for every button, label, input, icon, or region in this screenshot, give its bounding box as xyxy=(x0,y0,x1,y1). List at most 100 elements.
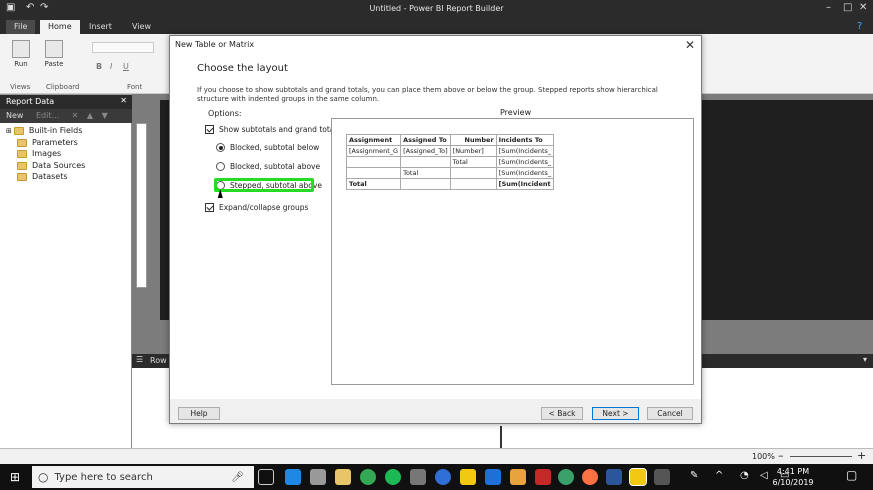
pen-icon[interactable]: ✎ xyxy=(690,470,698,481)
windows-start-icon[interactable]: ⊞ xyxy=(10,470,20,484)
move-down-icon[interactable]: ▼ xyxy=(102,111,108,120)
preview-header-row: Assignment Assigned To Number Incidents … xyxy=(345,134,555,146)
close-panel-icon[interactable]: ✕ xyxy=(120,96,127,105)
maximize-icon[interactable]: □ xyxy=(843,2,852,13)
zoom-level: 100% xyxy=(752,452,775,461)
word-icon[interactable] xyxy=(606,469,622,485)
search-icon: ○ xyxy=(38,470,49,484)
tab-file[interactable]: File xyxy=(6,20,36,34)
file-explorer-icon[interactable] xyxy=(335,469,351,485)
preview-cell: [Assigned_To] xyxy=(400,145,451,157)
delete-icon[interactable]: ✕ xyxy=(72,111,79,120)
mail-icon[interactable] xyxy=(310,469,326,485)
edge-icon[interactable] xyxy=(285,469,301,485)
clock-time: 4:41 PM xyxy=(776,467,810,476)
power-bi-icon[interactable] xyxy=(460,469,476,485)
preview-cell xyxy=(345,156,402,168)
zoom-slider[interactable] xyxy=(790,456,852,457)
bold-icon[interactable]: B xyxy=(96,62,102,71)
expand-collapse-label: Expand/collapse groups xyxy=(219,203,309,212)
preview-cell: [Number] xyxy=(449,145,497,157)
window-title: Untitled - Power BI Report Builder xyxy=(369,4,504,13)
clipboard-group-label: Clipboard xyxy=(46,83,80,91)
ribbon-tabs: File Home Insert View ? xyxy=(0,19,873,34)
tree-item-label: Built-in Fields xyxy=(28,126,83,135)
tree-item-built-in-fields[interactable]: ⊞ Built-in Fields xyxy=(6,126,82,135)
zoom-out-icon[interactable]: – xyxy=(778,449,784,462)
preview-cell xyxy=(449,178,497,190)
grouping-dropdown-icon[interactable]: ▾ xyxy=(863,355,867,364)
move-up-icon[interactable]: ▲ xyxy=(87,111,93,120)
tab-insert[interactable]: Insert xyxy=(81,20,120,34)
table-row-total: Total [Sum(Incident xyxy=(345,178,555,190)
preview-cell xyxy=(400,178,451,190)
acrobat-icon[interactable] xyxy=(535,469,551,485)
show-subtotals-checkbox[interactable]: Show subtotals and grand totals xyxy=(205,125,340,134)
preview-cell xyxy=(345,167,402,179)
new-menu[interactable]: New xyxy=(6,111,23,120)
blocked-below-radio[interactable]: Blocked, subtotal below xyxy=(216,143,319,152)
chrome-icon[interactable] xyxy=(360,469,376,485)
run-button[interactable]: Run xyxy=(10,40,32,68)
next-button[interactable]: Next > xyxy=(592,407,639,420)
app-icon-gray[interactable] xyxy=(654,469,670,485)
pane-divider[interactable] xyxy=(500,426,502,448)
app-icon-green[interactable] xyxy=(558,469,574,485)
wifi-icon[interactable]: ◔ xyxy=(740,470,749,481)
desktop: ▣ ↶ ↷ Untitled - Power BI Report Builder… xyxy=(0,0,873,490)
status-bar: 100% – + xyxy=(0,448,873,464)
expand-icon[interactable]: ⊞ xyxy=(6,127,12,135)
preview-header-cell: Assigned To xyxy=(400,134,451,146)
table-row: [Assignment_G [Assigned_To] [Number] [Su… xyxy=(345,145,555,157)
highlight-box xyxy=(214,178,314,192)
report-builder-icon[interactable] xyxy=(629,468,647,486)
blocked-above-radio[interactable]: Blocked, subtotal above xyxy=(216,162,320,171)
preview-label: Preview xyxy=(500,108,532,117)
task-view-icon[interactable] xyxy=(258,469,274,485)
close-icon[interactable]: ✕ xyxy=(685,38,695,52)
edit-button[interactable]: Edit... xyxy=(36,111,59,120)
tree-item-images[interactable]: Images xyxy=(17,149,61,158)
app-icon-orange[interactable] xyxy=(510,469,526,485)
paste-button[interactable]: Paste xyxy=(42,40,66,68)
app-icon-blue[interactable] xyxy=(485,469,501,485)
back-button[interactable]: < Back xyxy=(541,407,583,420)
firefox-icon[interactable] xyxy=(582,469,598,485)
checkbox-checked-icon xyxy=(205,203,214,212)
preview-panel: Assignment Assigned To Number Incidents … xyxy=(331,118,694,385)
tab-home[interactable]: Home xyxy=(40,20,80,34)
tree-item-parameters[interactable]: Parameters xyxy=(17,138,78,147)
expand-collapse-checkbox[interactable]: Expand/collapse groups xyxy=(205,203,308,212)
paste-label: Paste xyxy=(44,60,64,68)
r-icon[interactable] xyxy=(435,469,451,485)
minimize-icon[interactable]: – xyxy=(826,2,831,13)
taskbar-search-box[interactable]: ○ Type here to search 🎤︎ xyxy=(32,466,254,488)
tree-item-data-sources[interactable]: Data Sources xyxy=(17,161,85,170)
checkbox-checked-icon xyxy=(205,125,214,134)
photos-icon[interactable] xyxy=(410,469,426,485)
page-description: If you choose to show subtotals and gran… xyxy=(197,86,658,103)
tab-view[interactable]: View xyxy=(124,20,159,34)
zoom-in-icon[interactable]: + xyxy=(857,449,866,462)
tree-item-datasets[interactable]: Datasets xyxy=(17,172,68,181)
preview-cell: Total xyxy=(449,156,497,168)
folder-icon xyxy=(17,149,27,158)
taskbar-clock[interactable]: 4:41 PM 6/10/2019 xyxy=(753,466,833,488)
help-icon[interactable]: ? xyxy=(857,21,862,32)
microphone-icon[interactable]: 🎤︎ xyxy=(231,472,244,483)
folder-icon xyxy=(13,126,24,135)
views-group-label: Views xyxy=(10,83,31,91)
report-data-toolbar: New Edit... ✕ ▲ ▼ xyxy=(0,109,132,123)
font-name-select[interactable] xyxy=(92,42,154,53)
font-group-label: Font xyxy=(127,83,143,91)
close-window-icon[interactable]: ✕ xyxy=(859,2,867,13)
cancel-button[interactable]: Cancel xyxy=(647,407,693,420)
preview-cell: [Sum(Incidents_ xyxy=(495,156,555,168)
spotify-icon[interactable] xyxy=(385,469,401,485)
notifications-icon[interactable]: ▢ xyxy=(846,468,857,482)
italic-icon[interactable]: I xyxy=(110,62,112,71)
tray-chevron-icon[interactable]: ^ xyxy=(715,470,723,481)
underline-icon[interactable]: U xyxy=(123,62,129,71)
preview-cell: Total xyxy=(345,178,402,190)
help-button[interactable]: Help xyxy=(178,407,220,420)
